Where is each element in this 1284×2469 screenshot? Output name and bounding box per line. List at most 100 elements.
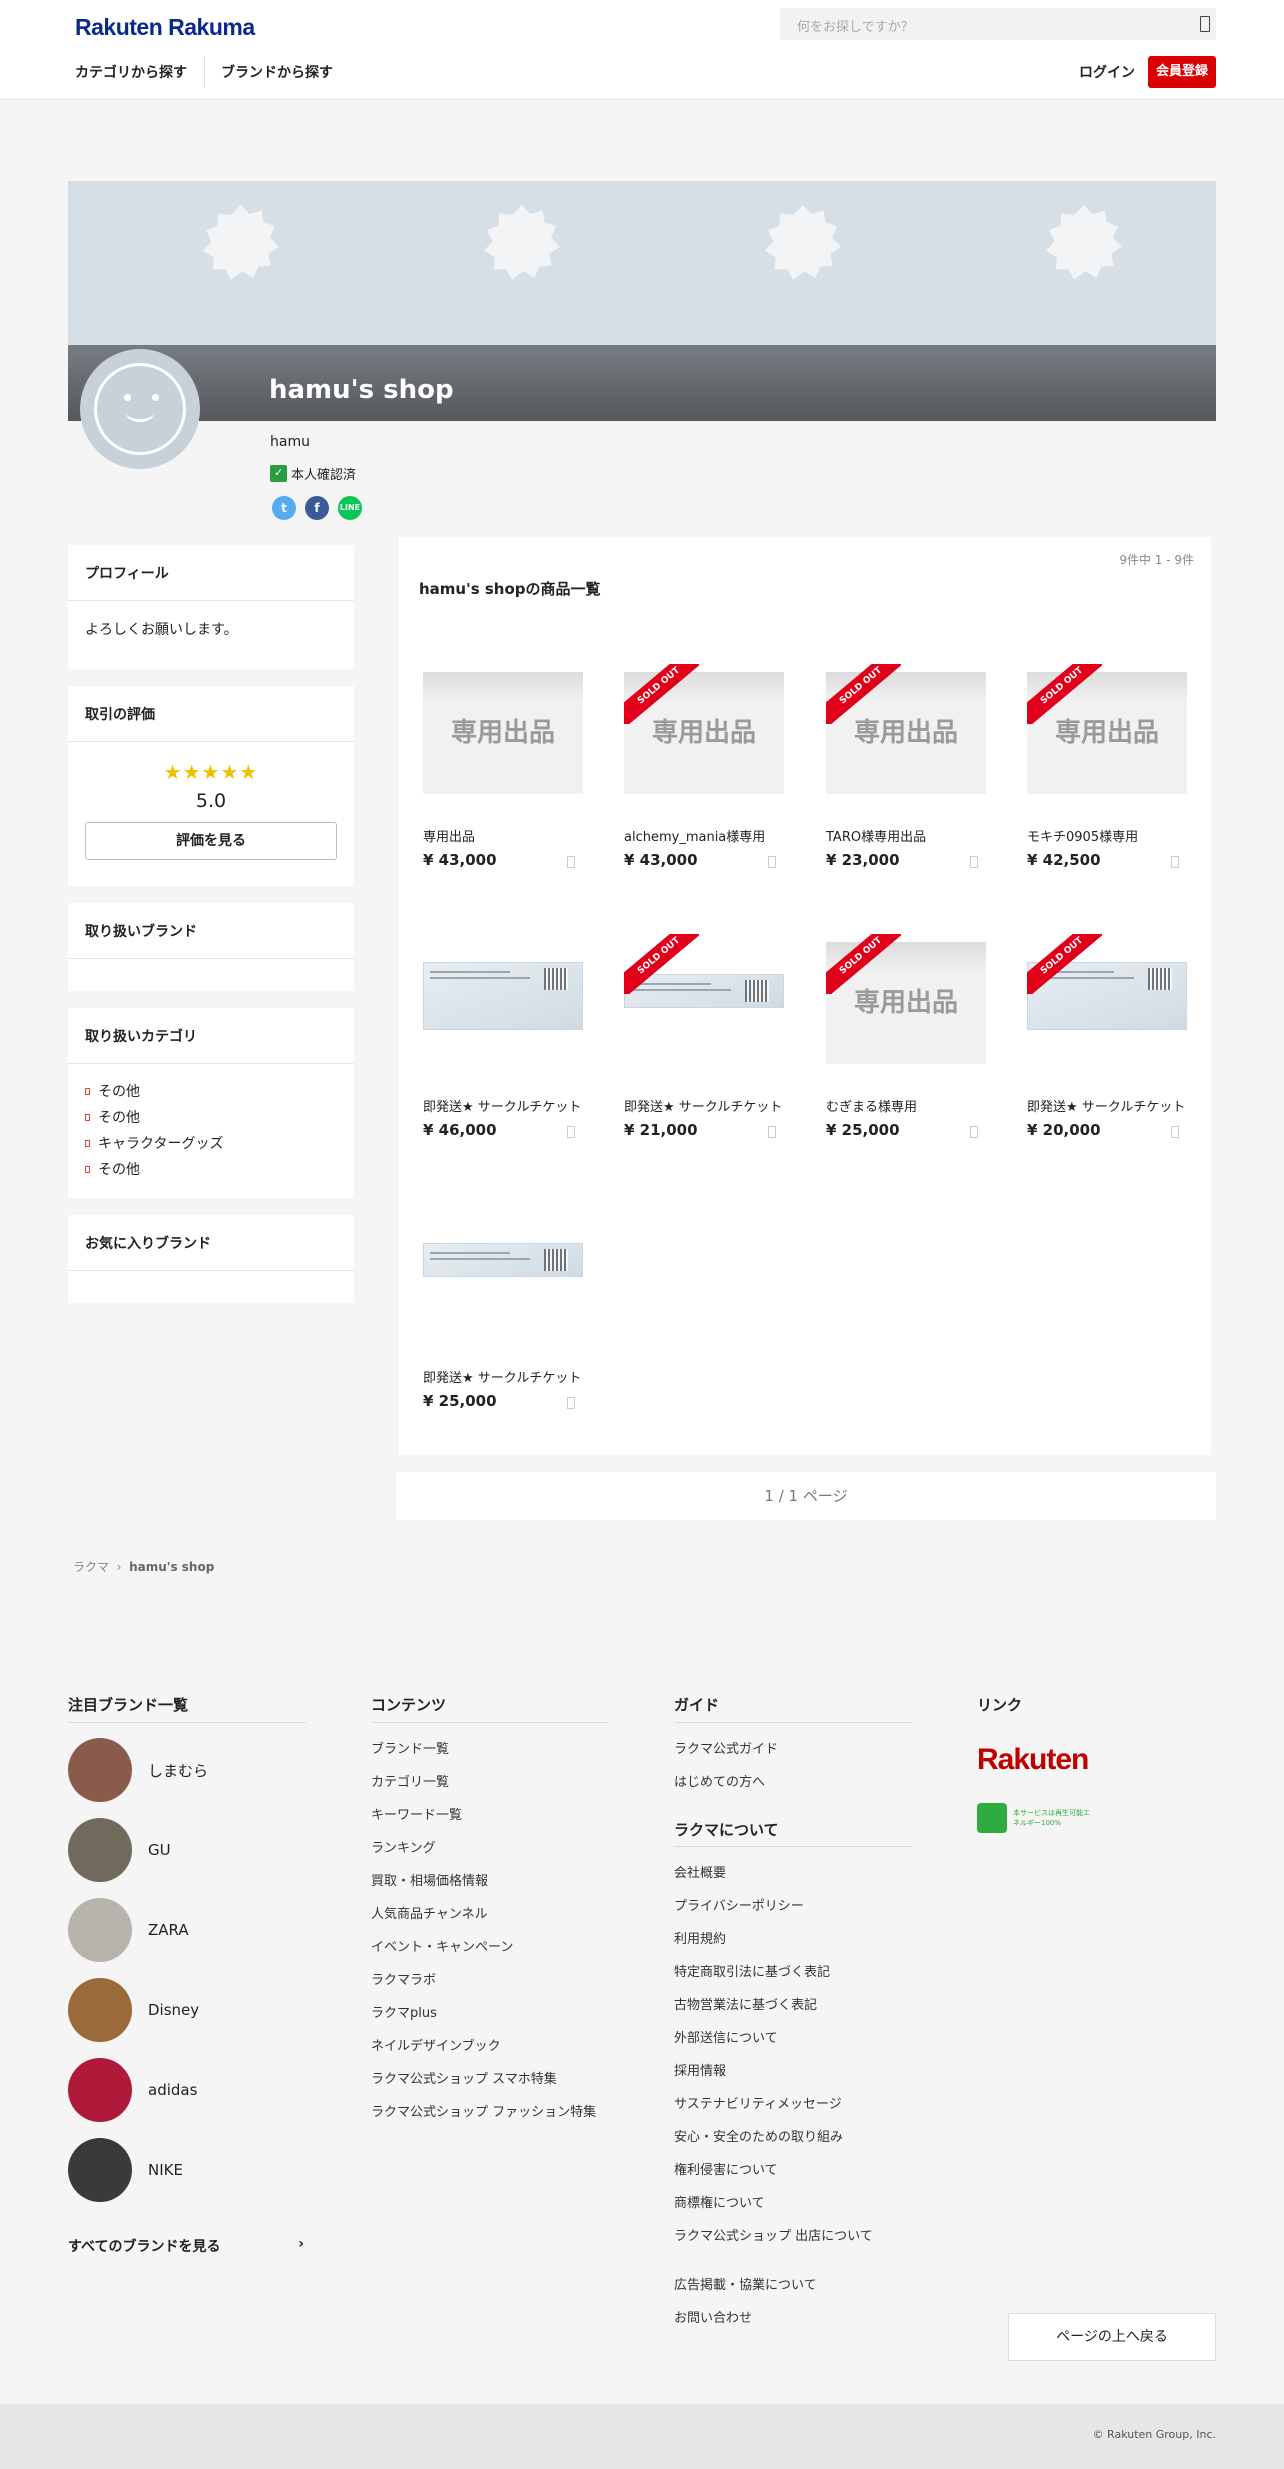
- breadcrumb-home[interactable]: ラクマ: [73, 1560, 109, 1574]
- footer-link[interactable]: 商標権について: [674, 2192, 904, 2211]
- footer-link[interactable]: ラクマ公式ショップ スマホ特集: [371, 2068, 601, 2087]
- product-card[interactable]: 専用出品 SOLD OUT TARO様専用出品 ¥ 23,000: [826, 644, 986, 884]
- footer-link[interactable]: 広告掲載・協業について: [674, 2274, 904, 2293]
- product-name[interactable]: 即発送★ サークルチケット: [423, 1367, 583, 1386]
- search-input[interactable]: 何をお探しですか？: [780, 8, 1216, 40]
- footer-link[interactable]: ラクマ公式ショップ ファッション特集: [371, 2101, 601, 2120]
- like-icon[interactable]: [970, 1126, 978, 1138]
- bullet-icon: [85, 1139, 90, 1147]
- rakuten-logo[interactable]: Rakuten: [977, 1743, 1089, 1777]
- like-icon[interactable]: [567, 1126, 575, 1138]
- footer-link[interactable]: イベント・キャンペーン: [371, 1936, 601, 1955]
- footer-link[interactable]: ランキング: [371, 1837, 601, 1856]
- footer-link[interactable]: 古物営業法に基づく表記: [674, 1994, 904, 2013]
- footer-link[interactable]: 権利侵害について: [674, 2159, 904, 2178]
- facebook-share-icon[interactable]: f: [305, 496, 329, 520]
- line-share-icon[interactable]: LINE: [338, 496, 362, 520]
- category-item[interactable]: その他: [85, 1156, 337, 1182]
- product-card[interactable]: 専用出品 SOLD OUT むぎまる様専用 ¥ 25,000: [826, 914, 986, 1154]
- footer-link[interactable]: 人気商品チャンネル: [371, 1903, 601, 1922]
- product-image[interactable]: 専用出品 SOLD OUT: [1027, 644, 1187, 804]
- product-image[interactable]: 専用出品 SOLD OUT: [624, 644, 784, 804]
- brand-row[interactable]: ZARA: [68, 1898, 189, 1962]
- category-item[interactable]: キャラクターグッズ: [85, 1130, 337, 1156]
- product-card[interactable]: SOLD OUT 即発送★ サークルチケット ¥ 20,000: [1027, 914, 1187, 1154]
- like-icon[interactable]: [567, 856, 575, 868]
- like-icon[interactable]: [1171, 1126, 1179, 1138]
- product-image[interactable]: 専用出品 SOLD OUT: [826, 644, 986, 804]
- footer-link[interactable]: キーワード一覧: [371, 1804, 601, 1823]
- category-item[interactable]: その他: [85, 1078, 337, 1104]
- footer-link[interactable]: ブランド一覧: [371, 1738, 601, 1757]
- category-item[interactable]: その他: [85, 1104, 337, 1130]
- brand-image: [68, 1978, 132, 2042]
- product-name[interactable]: 即発送★ サークルチケット: [1027, 1096, 1187, 1115]
- footer-link[interactable]: プライバシーポリシー: [674, 1895, 904, 1914]
- footer-link[interactable]: ラクマ公式ガイド: [674, 1738, 904, 1757]
- footer-link[interactable]: 外部送信について: [674, 2027, 904, 2046]
- rakuma-logo[interactable]: Rakuten Rakuma: [75, 14, 255, 41]
- links-title: リンク: [977, 1696, 1023, 1714]
- product-card[interactable]: 専用出品 専用出品 ¥ 43,000: [423, 644, 583, 884]
- product-name[interactable]: 専用出品: [423, 826, 583, 845]
- breadcrumb: ラクマ › hamu's shop: [73, 1558, 214, 1575]
- product-card[interactable]: 即発送★ サークルチケット ¥ 46,000: [423, 914, 583, 1154]
- green-energy-badge[interactable]: 本サービスは再生可能エネルギー100%: [977, 1803, 1093, 1833]
- pagination[interactable]: 1 / 1 ページ: [396, 1472, 1216, 1520]
- footer-link[interactable]: 特定商取引法に基づく表記: [674, 1961, 904, 1980]
- footer-link[interactable]: ラクマラボ: [371, 1969, 601, 1988]
- product-name[interactable]: 即発送★ サークルチケット: [423, 1096, 583, 1115]
- profile-panel: プロフィール よろしくお願いします。: [68, 545, 354, 669]
- sold-out-badge: SOLD OUT: [826, 664, 901, 724]
- back-to-top-button[interactable]: ページの上へ戻る: [1008, 2313, 1216, 2361]
- brand-row[interactable]: GU: [68, 1818, 171, 1882]
- footer-link[interactable]: お問い合わせ: [674, 2307, 904, 2326]
- twitter-share-icon[interactable]: t: [272, 496, 296, 520]
- product-image[interactable]: 専用出品: [423, 644, 583, 804]
- about-title: ラクマについて: [674, 1821, 779, 1839]
- brand-row[interactable]: adidas: [68, 2058, 197, 2122]
- product-card[interactable]: 専用出品 SOLD OUT モキチ0905様専用 ¥ 42,500: [1027, 644, 1187, 884]
- brand-row[interactable]: しまむら: [68, 1738, 208, 1802]
- brand-row[interactable]: NIKE: [68, 2138, 183, 2202]
- footer-link[interactable]: カテゴリ一覧: [371, 1771, 601, 1790]
- footer-link[interactable]: ラクマ公式ショップ 出店について: [674, 2225, 904, 2244]
- view-reviews-button[interactable]: 評価を見る: [85, 822, 337, 860]
- footer-link[interactable]: 安心・安全のための取り組み: [674, 2126, 904, 2145]
- product-image[interactable]: SOLD OUT: [624, 914, 784, 1074]
- brand-row[interactable]: Disney: [68, 1978, 199, 2042]
- product-name[interactable]: alchemy_mania様専用: [624, 826, 784, 845]
- footer-link[interactable]: 利用規約: [674, 1928, 904, 1947]
- product-card[interactable]: 専用出品 SOLD OUT alchemy_mania様専用 ¥ 43,000: [624, 644, 784, 884]
- like-icon[interactable]: [1171, 856, 1179, 868]
- product-card[interactable]: 即発送★ サークルチケット ¥ 25,000: [423, 1185, 583, 1425]
- chevron-right-icon: ›: [298, 2236, 304, 2252]
- product-image[interactable]: 専用出品 SOLD OUT: [826, 914, 986, 1074]
- login-link[interactable]: ログイン: [1079, 62, 1135, 82]
- footer-link[interactable]: サステナビリティメッセージ: [674, 2093, 904, 2112]
- product-name[interactable]: モキチ0905様専用: [1027, 826, 1187, 845]
- like-icon[interactable]: [970, 856, 978, 868]
- like-icon[interactable]: [768, 856, 776, 868]
- product-name[interactable]: TARO様専用出品: [826, 826, 986, 845]
- product-image[interactable]: [423, 914, 583, 1074]
- footer-link[interactable]: 会社概要: [674, 1862, 904, 1881]
- nav-category-link[interactable]: カテゴリから探す: [75, 62, 187, 82]
- footer-link[interactable]: ネイルデザインブック: [371, 2035, 601, 2054]
- footer-link[interactable]: はじめての方へ: [674, 1771, 904, 1790]
- product-name[interactable]: むぎまる様専用: [826, 1096, 986, 1115]
- footer-link[interactable]: ラクマplus: [371, 2002, 601, 2021]
- footer-link[interactable]: 採用情報: [674, 2060, 904, 2079]
- product-image[interactable]: [423, 1185, 583, 1345]
- register-button[interactable]: 会員登録: [1148, 56, 1216, 88]
- product-image[interactable]: SOLD OUT: [1027, 914, 1187, 1074]
- all-brands-link[interactable]: すべてのブランドを見る ›: [68, 2236, 304, 2256]
- product-list-panel: 9件中 1 - 9件 hamu's shopの商品一覧 専用出品 専用出品 ¥ 43…: [399, 537, 1211, 1455]
- footer-link[interactable]: 買取・相場価格情報: [371, 1870, 601, 1889]
- nav-brand-link[interactable]: ブランドから探す: [221, 62, 333, 82]
- search-icon[interactable]: [1200, 16, 1210, 32]
- like-icon[interactable]: [567, 1397, 575, 1409]
- product-card[interactable]: SOLD OUT 即発送★ サークルチケット ¥ 21,000: [624, 914, 784, 1154]
- like-icon[interactable]: [768, 1126, 776, 1138]
- product-name[interactable]: 即発送★ サークルチケット: [624, 1096, 784, 1115]
